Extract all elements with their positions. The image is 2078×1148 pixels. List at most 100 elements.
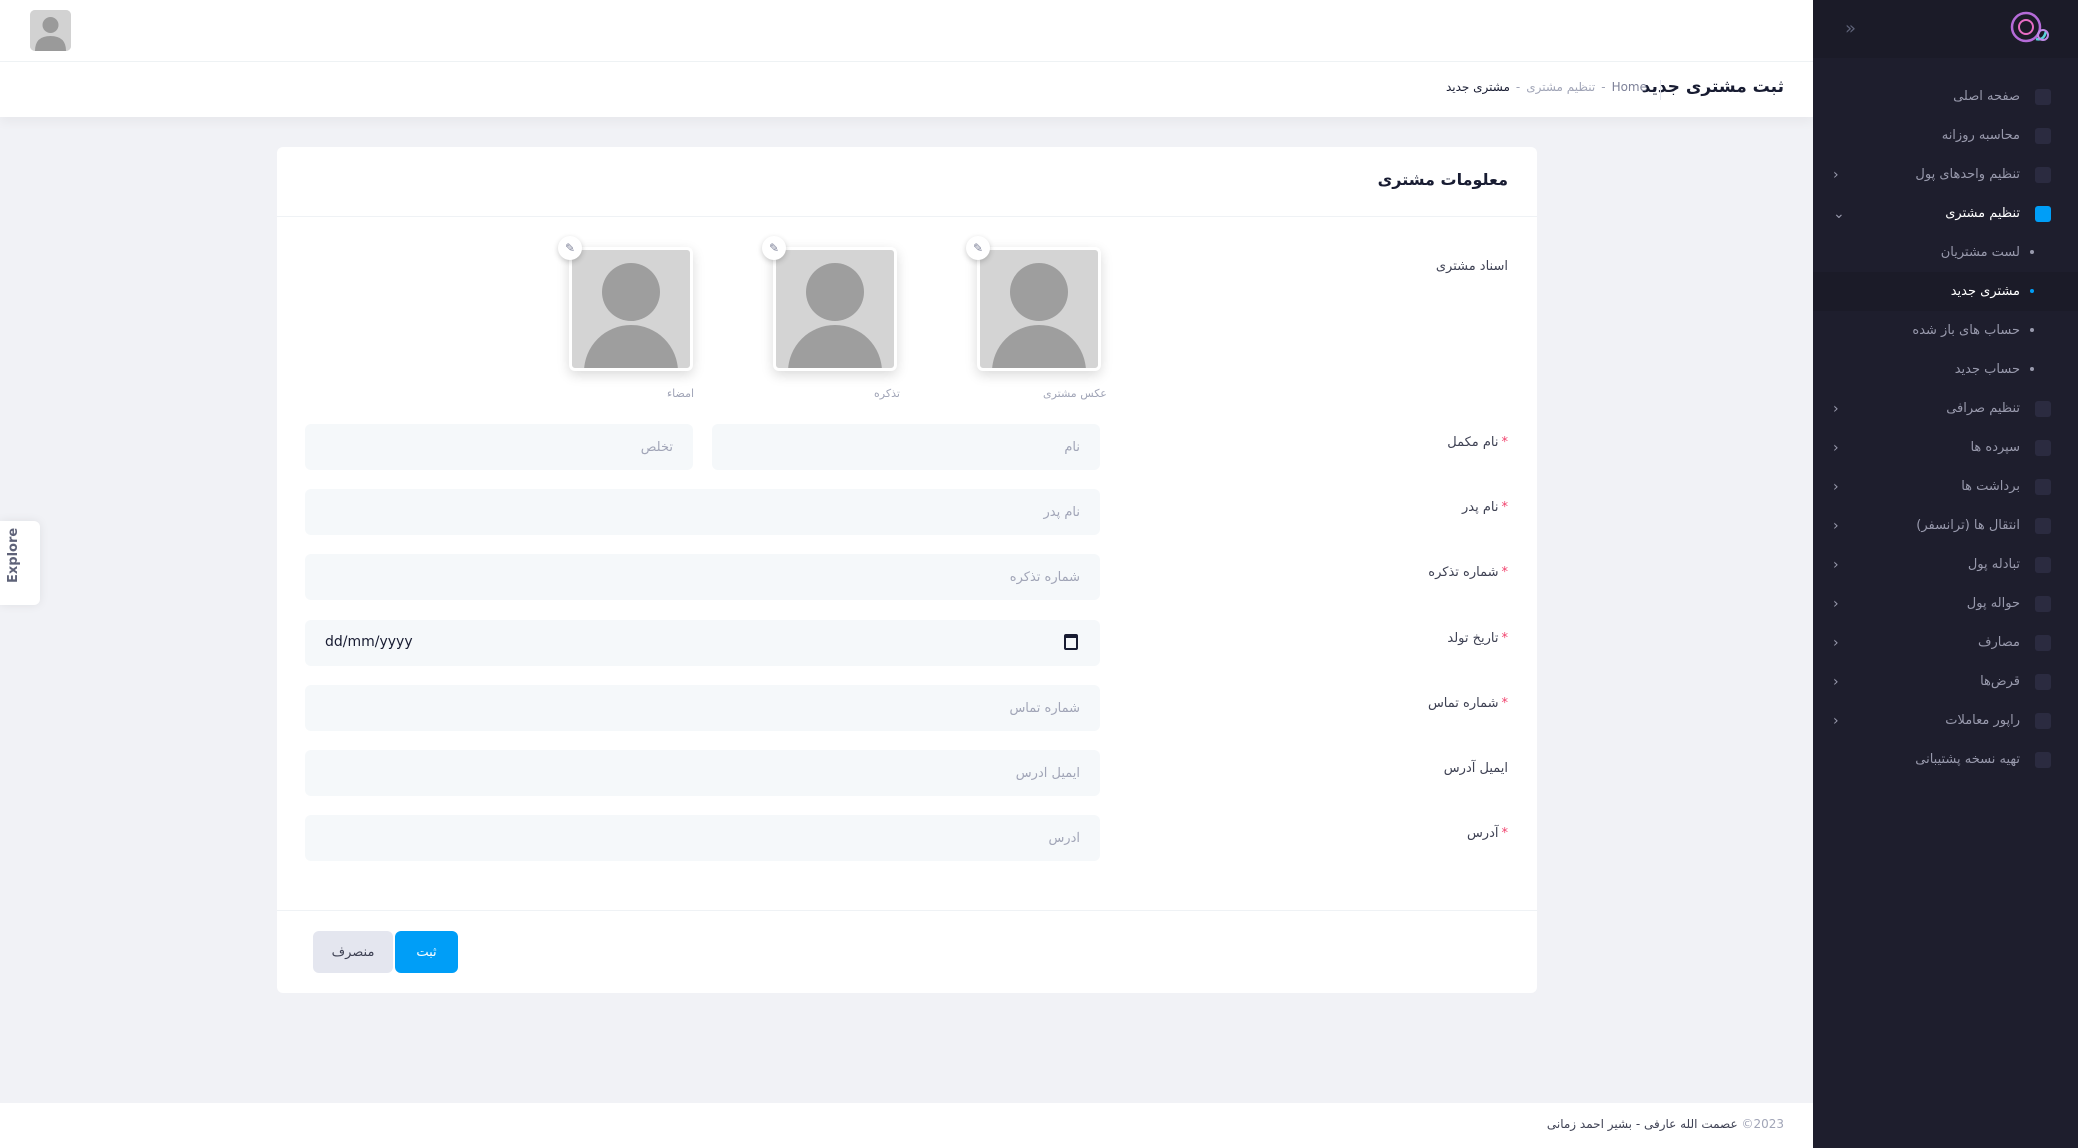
- bullet-icon: [2030, 328, 2034, 332]
- edit-signature-icon[interactable]: ✎: [558, 236, 582, 260]
- expense-icon: [2035, 635, 2051, 651]
- email-input[interactable]: [305, 750, 1100, 796]
- app-logo-icon[interactable]: [2006, 5, 2054, 53]
- sidebar-subitem-new-customer[interactable]: مشتری جدید: [1813, 272, 2078, 311]
- sidebar-item-customer-settings[interactable]: تنظیم مشتری ⌄: [1813, 194, 2078, 233]
- tazkira-photo-slot[interactable]: [773, 247, 897, 371]
- remittance-icon: [2035, 596, 2051, 612]
- minus-icon: [2035, 479, 2051, 495]
- chevron-down-icon: ⌄: [1833, 205, 1845, 222]
- sidebar-item-deposits[interactable]: سپرده ها ›: [1813, 428, 2078, 467]
- placeholder-body: [992, 325, 1086, 368]
- sidebar-subitem-new-account[interactable]: حساب جدید: [1813, 350, 2078, 389]
- sidebar-item-transaction-report[interactable]: راپور معاملات ›: [1813, 701, 2078, 740]
- required-mark: *: [1501, 565, 1509, 580]
- sidebar-item-label: تهیه نسخه پشتیبانی: [1915, 752, 2020, 767]
- sidebar-item-backup[interactable]: تهیه نسخه پشتیبانی: [1813, 740, 2078, 779]
- customer-form-card: معلومات مشتری اسناد مشتری ✎ عکس مشتری ✎ …: [277, 147, 1537, 993]
- sidebar-subitem-customer-list[interactable]: لست مشتریان: [1813, 233, 2078, 272]
- card-icon: [2035, 206, 2051, 222]
- folder-icon: [2035, 674, 2051, 690]
- plus-icon: [2035, 440, 2051, 456]
- tazkira-number-input[interactable]: [305, 554, 1100, 600]
- chevron-left-icon: ›: [1833, 556, 1839, 573]
- explore-tab[interactable]: Explore: [0, 521, 40, 605]
- backup-icon: [2035, 752, 2051, 768]
- calendar-icon: [2035, 713, 2051, 729]
- sidebar-item-daily-calc[interactable]: محاسبه روزانه: [1813, 116, 2078, 155]
- card-title: معلومات مشتری: [1377, 170, 1508, 189]
- bullet-icon: [2030, 289, 2034, 293]
- required-mark: *: [1501, 631, 1509, 646]
- sidebar-item-expenses[interactable]: مصارف ›: [1813, 623, 2078, 662]
- sidebar-item-remittance[interactable]: حواله پول ›: [1813, 584, 2078, 623]
- breadcrumb-home[interactable]: Home: [1612, 80, 1647, 94]
- sidebar-item-label: برداشت ها: [1961, 479, 2020, 494]
- sidebar-subitem-open-accounts[interactable]: حساب های باز شده: [1813, 311, 2078, 350]
- bullet-icon: [2030, 250, 2034, 254]
- breadcrumb-current: مشتری جدید: [1445, 80, 1510, 94]
- tazkira-number-label-text: شماره تذکره: [1428, 565, 1499, 580]
- sidebar-item-currency-units[interactable]: تنظیم واحدهای پول ›: [1813, 155, 2078, 194]
- sidebar-item-exchange-settings[interactable]: تنظیم صرافی ›: [1813, 389, 2078, 428]
- sidebar-item-label: لست مشتریان: [1940, 245, 2020, 260]
- explore-label: Explore: [6, 527, 21, 583]
- footer-year: 2023©: [1741, 1117, 1784, 1131]
- sidebar-item-transfers[interactable]: انتقال ها (ترانسفر) ›: [1813, 506, 2078, 545]
- dob-label-text: تاریخ تولد: [1447, 631, 1499, 646]
- sidebar-item-label: تنظیم واحدهای پول: [1915, 167, 2020, 182]
- chevron-left-icon: ›: [1833, 400, 1839, 417]
- sidebar-header: »: [1813, 0, 2078, 58]
- dob-date-input[interactable]: dd/mm/yyyy: [305, 620, 1100, 666]
- chevron-left-icon: ›: [1833, 478, 1839, 495]
- breadcrumb: Home - تنظیم مشتری - مشتری جدید: [1446, 80, 1647, 94]
- signature-caption: امضاء: [667, 387, 695, 400]
- required-mark: *: [1501, 500, 1509, 515]
- sidebar-item-loans[interactable]: قرض‌ها ›: [1813, 662, 2078, 701]
- chevron-left-icon: ›: [1833, 712, 1839, 729]
- sidebar-item-label: محاسبه روزانه: [1941, 128, 2020, 143]
- sidebar-item-withdrawals[interactable]: برداشت ها ›: [1813, 467, 2078, 506]
- edit-customer-photo-icon[interactable]: ✎: [966, 236, 990, 260]
- edit-tazkira-photo-icon[interactable]: ✎: [762, 236, 786, 260]
- swap-icon: [2035, 557, 2051, 573]
- user-avatar[interactable]: [30, 10, 71, 51]
- sidebar-item-label: قرض‌ها: [1980, 674, 2020, 689]
- submit-button[interactable]: ثبت: [395, 931, 458, 973]
- full-name-label-text: نام مکمل: [1447, 435, 1499, 450]
- father-name-label: نام پدر *: [1462, 500, 1508, 515]
- footer-text: 2023© عصمت الله عارفی - بشیر احمد زمانی: [1547, 1117, 1784, 1131]
- chevron-left-icon: ›: [1833, 517, 1839, 534]
- father-name-input[interactable]: [305, 489, 1100, 535]
- phone-input[interactable]: [305, 685, 1100, 731]
- customer-photo-slot[interactable]: [977, 247, 1101, 371]
- sidebar-item-home[interactable]: صفحه اصلی: [1813, 77, 2078, 116]
- sidebar-item-label: راپور معاملات: [1945, 713, 2020, 728]
- sidebar-item-money-exchange[interactable]: تبادله پول ›: [1813, 545, 2078, 584]
- sidebar-item-label: مصارف: [1978, 635, 2020, 650]
- sidebar-item-label: حساب جدید: [1954, 362, 2020, 377]
- title-divider: [1660, 80, 1661, 100]
- breadcrumb-separator: -: [1601, 80, 1606, 94]
- address-input[interactable]: [305, 815, 1100, 861]
- placeholder-head: [1010, 263, 1068, 321]
- breadcrumb-parent[interactable]: تنظیم مشتری: [1526, 80, 1595, 94]
- placeholder-head: [602, 263, 660, 321]
- sidebar-item-label: سپرده ها: [1970, 440, 2020, 455]
- placeholder-body: [788, 325, 882, 368]
- sidebar-item-label: تبادله پول: [1967, 557, 2020, 572]
- chevron-left-icon: ›: [1833, 673, 1839, 690]
- exchange-icon: [2035, 401, 2051, 417]
- collapse-sidebar-icon[interactable]: »: [1845, 18, 1856, 39]
- first-name-input[interactable]: [712, 424, 1100, 470]
- footer-authors: عصمت الله عارفی - بشیر احمد زمانی: [1546, 1117, 1738, 1131]
- chevron-left-icon: ›: [1833, 595, 1839, 612]
- calendar-icon[interactable]: [1064, 634, 1078, 650]
- signature-photo-slot[interactable]: [569, 247, 693, 371]
- dashboard-icon: [2035, 89, 2051, 105]
- currency-icon: [2035, 167, 2051, 183]
- cancel-button[interactable]: منصرف: [313, 931, 393, 973]
- card-divider: [277, 216, 1537, 217]
- sidebar: » صفحه اصلی محاسبه روزانه تنظیم واحدهای …: [1813, 0, 2078, 1148]
- last-name-input[interactable]: [305, 424, 693, 470]
